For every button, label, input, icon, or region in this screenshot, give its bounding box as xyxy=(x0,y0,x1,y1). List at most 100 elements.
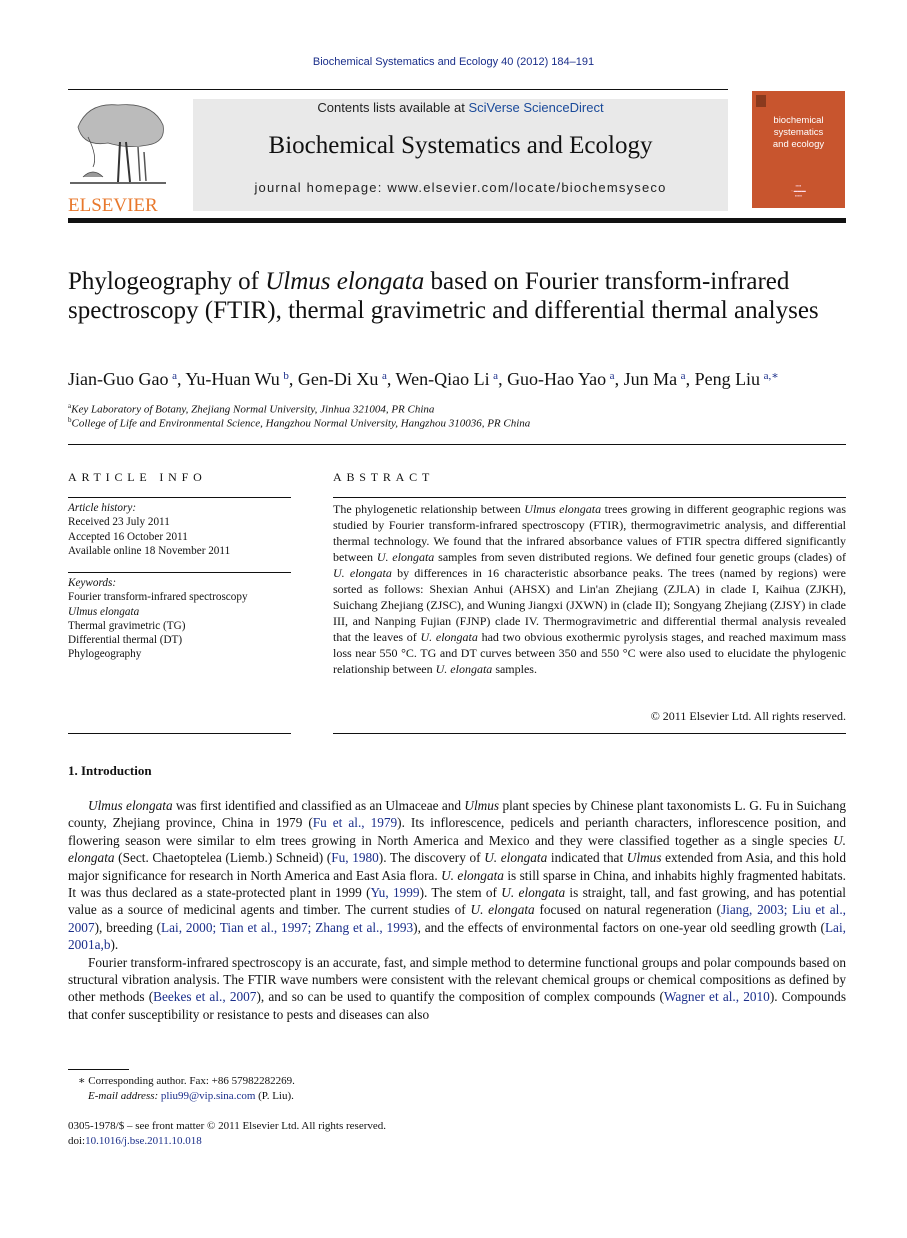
species-name: U. elongata xyxy=(501,885,566,901)
title-divider xyxy=(68,444,846,445)
author-name[interactable]: Wen-Qiao Li xyxy=(396,369,494,389)
species-name: U. elongata xyxy=(333,566,392,580)
author-name[interactable]: Jian-Guo Gao xyxy=(68,369,172,389)
abstract-segment: samples. xyxy=(492,662,537,676)
species-name: U. elongata xyxy=(470,902,535,918)
author-name[interactable]: Guo-Hao Yao xyxy=(507,369,610,389)
title-species: Ulmus elongata xyxy=(265,268,425,295)
doi-label: doi: xyxy=(68,1135,86,1147)
author-affiliation-marker[interactable]: a xyxy=(493,370,498,382)
text-segment: (Sect. Chaetoptelea (Liemb.) Schneid) ( xyxy=(114,850,332,866)
abstract-divider xyxy=(333,497,846,498)
author-affiliation-marker[interactable]: a xyxy=(382,370,387,382)
abstract-segment: samples from seven distributed regions. … xyxy=(434,550,846,564)
affiliation-text: College of Life and Environmental Scienc… xyxy=(71,417,531,430)
species-name: Ulmus elongata xyxy=(524,502,602,516)
author-affiliation-marker[interactable]: a,∗ xyxy=(764,370,779,382)
citation-link[interactable]: Lai, 2000; Tian et al., 1997; Zhang et a… xyxy=(161,920,413,935)
text-segment: indicated that xyxy=(547,850,627,866)
corresponding-author-note: ∗ Corresponding author. Fax: +86 5798228… xyxy=(78,1075,295,1087)
citation-link[interactable]: Fu et al., 1979 xyxy=(313,815,397,830)
abstract-segment: The phylogenetic relationship between xyxy=(333,502,525,516)
email-link[interactable]: pliu99@vip.sina.com xyxy=(161,1090,255,1102)
journal-cover[interactable]: biochemical systematics and ecology ▪▪▪▪… xyxy=(752,91,845,208)
citation-link[interactable]: Beekes et al., 2007 xyxy=(153,989,256,1004)
text-segment: focused on natural regeneration ( xyxy=(534,902,721,918)
article-history: Article history: Received 23 July 2011 A… xyxy=(68,501,293,558)
keyword: Differential thermal (DT) xyxy=(68,634,183,647)
journal-banner: Contents lists available at SciVerse Sci… xyxy=(193,99,728,211)
text-segment: ), and so can be used to quantify the co… xyxy=(256,989,664,1005)
keyword: Thermal gravimetric (TG) xyxy=(68,619,186,632)
affiliation-a: aKey Laboratory of Botany, Zhejiang Norm… xyxy=(68,402,434,416)
elsevier-wordmark: ELSEVIER xyxy=(68,195,158,216)
history-label: Article history: xyxy=(68,502,137,514)
citation-link[interactable]: Fu, 1980 xyxy=(331,850,379,865)
keyword: Phylogeography xyxy=(68,648,142,661)
text-segment: ). xyxy=(110,937,119,953)
email-label: E-mail address: xyxy=(88,1090,161,1102)
affiliation-text: Key Laboratory of Botany, Zhejiang Norma… xyxy=(71,403,435,416)
cover-title-line: and ecology xyxy=(772,139,825,150)
species-name: Ulmus elongata xyxy=(88,798,173,813)
footnote-rule xyxy=(68,1069,129,1070)
history-accepted: Accepted 16 October 2011 xyxy=(68,530,188,543)
citation-link[interactable]: Wagner et al., 2010 xyxy=(664,989,770,1004)
front-matter-note: 0305-1978/$ – see front matter © 2011 El… xyxy=(68,1120,387,1132)
author-affiliation-marker[interactable]: a xyxy=(681,370,686,382)
header-thick-rule xyxy=(68,218,846,223)
citation-link[interactable]: Yu, 1999 xyxy=(371,885,420,900)
history-online: Available online 18 November 2011 xyxy=(68,544,231,557)
author-name[interactable]: Gen-Di Xu xyxy=(298,369,382,389)
email-suffix: (P. Liu). xyxy=(255,1090,294,1102)
text-segment: ). The stem of xyxy=(419,885,502,901)
author-affiliation-marker[interactable]: b xyxy=(283,370,289,382)
info-bottom-rule xyxy=(68,733,291,734)
sciencedirect-link[interactable]: SciVerse ScienceDirect xyxy=(468,100,603,115)
abstract-text: The phylogenetic relationship between Ul… xyxy=(333,501,846,677)
species-name: Ulmus xyxy=(464,798,500,813)
title-text: Phylogeography of xyxy=(68,268,266,295)
abstract-bottom-rule xyxy=(333,733,846,734)
contents-line: Contents lists available at SciVerse Sci… xyxy=(193,100,728,115)
author-name[interactable]: Peng Liu xyxy=(695,369,764,389)
journal-homepage-link[interactable]: journal homepage: www.elsevier.com/locat… xyxy=(193,180,728,195)
author-name[interactable]: Yu-Huan Wu xyxy=(185,369,283,389)
paragraph: Ulmus elongata was first identified and … xyxy=(68,797,846,954)
journal-title: Biochemical Systematics and Ecology xyxy=(268,132,653,159)
keyword: Ulmus elongata xyxy=(68,605,140,618)
species-name: U. elongata xyxy=(441,867,504,883)
species-name: U. elongata xyxy=(484,850,548,866)
info-divider xyxy=(68,572,291,573)
cover-sciencedirect-mark: ▪▪▪▪ ◦ ▬▬▬ ▪▪▪▪▪ xyxy=(791,183,806,198)
keywords: Keywords: Fourier transform-infrared spe… xyxy=(68,576,293,662)
keyword: Fourier transform-infrared spectroscopy xyxy=(68,591,248,604)
cover-title-line: systematics xyxy=(773,127,824,138)
elsevier-logo[interactable]: ELSEVIER xyxy=(68,97,168,216)
cover-title-line: biochemical xyxy=(773,115,824,126)
history-received: Received 23 July 2011 xyxy=(68,516,170,529)
section-heading-introduction: 1. Introduction xyxy=(68,763,152,778)
species-name: U. elongata xyxy=(376,550,435,564)
species-name: Ulmus xyxy=(626,850,662,866)
journal-citation-link[interactable]: Biochemical Systematics and Ecology 40 (… xyxy=(0,56,907,68)
paragraph: Fourier transform-infrared spectroscopy … xyxy=(68,954,846,1024)
author-affiliation-marker[interactable]: a xyxy=(172,370,177,382)
abstract-heading: ABSTRACT xyxy=(333,470,435,484)
abstract-copyright: © 2011 Elsevier Ltd. All rights reserved… xyxy=(650,709,846,723)
cover-title: biochemical systematics and ecology xyxy=(752,115,845,151)
email-note: E-mail address: pliu99@vip.sina.com (P. … xyxy=(88,1089,294,1104)
introduction-body: Ulmus elongata was first identified and … xyxy=(68,797,846,1023)
elsevier-tree-icon xyxy=(70,104,166,184)
text-segment: ). The discovery of xyxy=(378,850,485,866)
article-info-heading: ARTICLE INFO xyxy=(68,470,207,484)
article-title: Phylogeography of Ulmus elongata based o… xyxy=(68,268,858,325)
info-divider xyxy=(68,497,291,498)
header-top-rule xyxy=(68,89,728,90)
cover-elsevier-icon xyxy=(756,95,766,107)
doi-link[interactable]: 10.1016/j.bse.2011.10.018 xyxy=(85,1135,202,1147)
author-affiliation-marker[interactable]: a xyxy=(610,370,615,382)
author-name[interactable]: Jun Ma xyxy=(624,369,681,389)
author-list: Jian-Guo Gao a, Yu-Huan Wu b, Gen-Di Xu … xyxy=(68,369,779,389)
species-name: U. elongata xyxy=(420,630,478,644)
